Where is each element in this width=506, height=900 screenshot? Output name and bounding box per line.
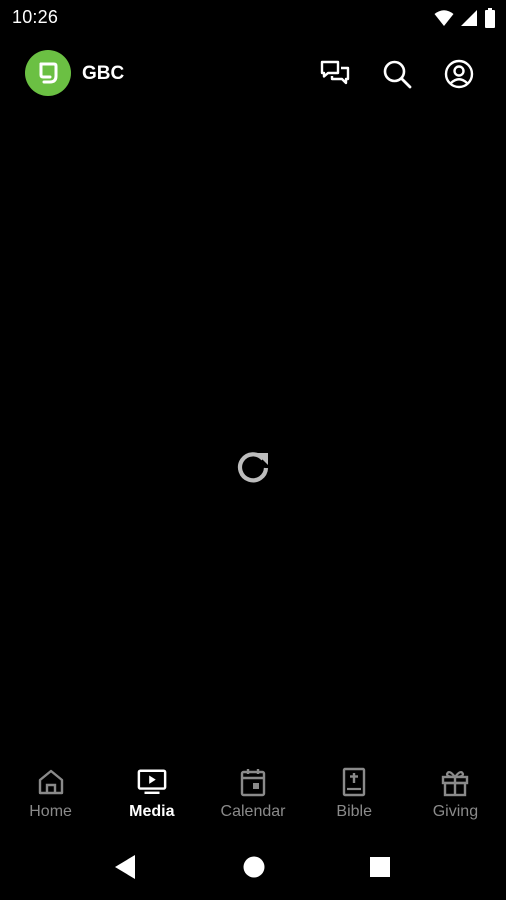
nav-item-media[interactable]: Media [101, 758, 202, 834]
calendar-icon [238, 767, 268, 797]
gift-icon [440, 767, 470, 797]
church-logo[interactable] [25, 50, 71, 96]
status-time: 10:26 [12, 7, 59, 27]
chat-icon [320, 60, 350, 85]
home-circle-icon [243, 856, 265, 878]
nav-label: Home [29, 803, 72, 820]
system-recents-button[interactable] [365, 852, 395, 882]
bible-icon [339, 767, 369, 797]
status-bar: 10:26 [0, 0, 506, 36]
back-icon [115, 855, 135, 879]
account-icon [444, 59, 474, 89]
search-button[interactable] [381, 58, 413, 90]
bottom-navigation: Home Media Calendar Bible Giving [0, 758, 506, 834]
system-navigation-bar [0, 838, 506, 900]
nav-item-giving[interactable]: Giving [405, 758, 506, 834]
home-icon [36, 767, 66, 797]
nav-label: Bible [336, 803, 372, 820]
system-home-button[interactable] [239, 852, 269, 882]
nav-label: Calendar [220, 803, 286, 820]
app-title: GBC [82, 63, 125, 84]
chat-button[interactable] [319, 58, 351, 90]
search-icon [383, 60, 412, 89]
nav-item-home[interactable]: Home [0, 758, 101, 834]
wifi-icon [434, 9, 454, 27]
reload-button[interactable] [234, 448, 272, 486]
cell-signal-icon [460, 9, 478, 27]
nav-label: Media [129, 803, 175, 820]
status-icons [434, 8, 496, 28]
battery-icon [484, 8, 496, 28]
app-bar: GBC [0, 46, 506, 102]
nav-item-calendar[interactable]: Calendar [202, 758, 303, 834]
system-back-button[interactable] [110, 852, 140, 882]
nav-item-bible[interactable]: Bible [304, 758, 405, 834]
nav-label: Giving [432, 803, 479, 820]
account-button[interactable] [443, 58, 475, 90]
refresh-icon [237, 452, 269, 483]
recents-icon [370, 857, 390, 877]
tv-play-icon [137, 767, 167, 797]
logo-icon [39, 62, 58, 84]
